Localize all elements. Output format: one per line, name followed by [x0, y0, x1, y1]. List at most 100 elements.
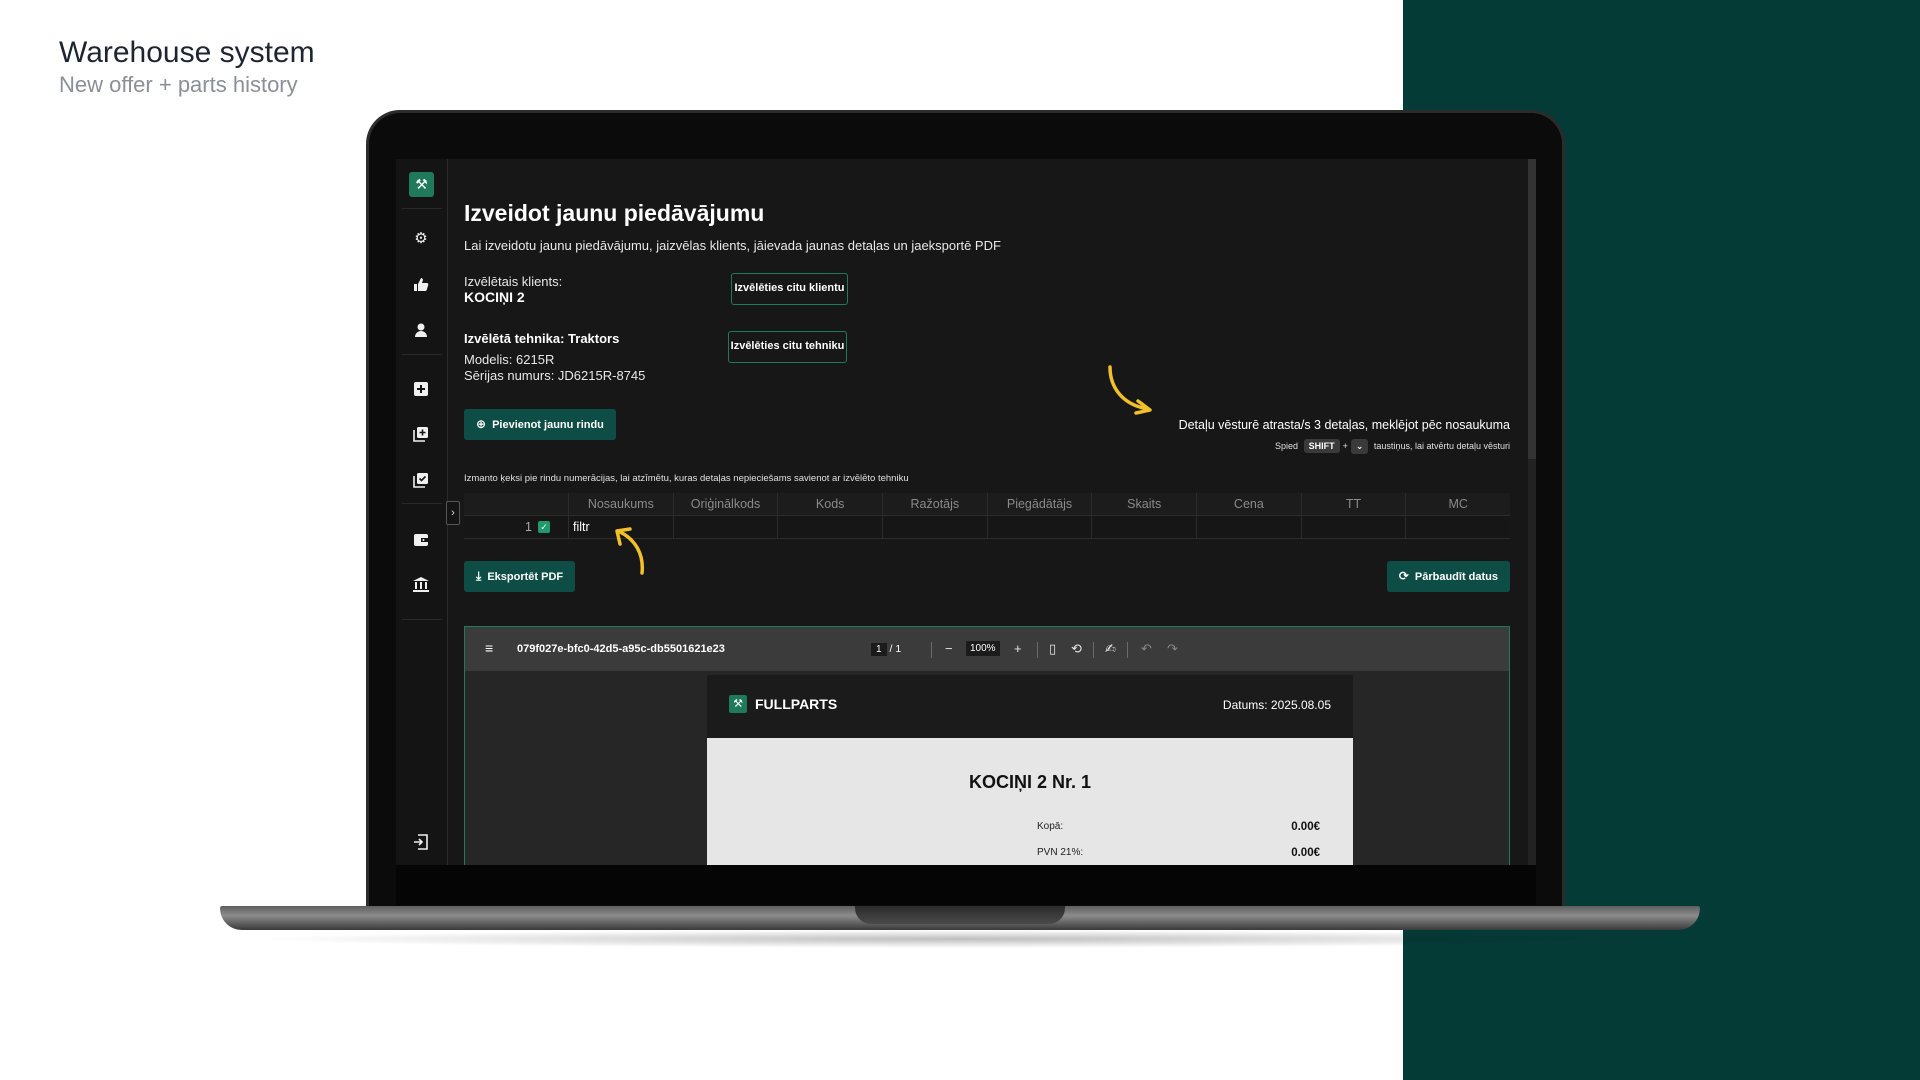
cell-originalkods[interactable]	[674, 516, 779, 538]
row-index: 1	[525, 520, 532, 534]
cell-cena[interactable]	[1197, 516, 1302, 538]
cell-kods[interactable]	[778, 516, 884, 538]
header-cena[interactable]: Cena	[1197, 493, 1302, 515]
client-name: KOCIŅI 2	[464, 289, 525, 305]
laptop-shadow	[250, 930, 1670, 948]
pdf-offer-title: KOCIŅI 2 Nr. 1	[968, 772, 1092, 792]
shift-key: SHIFT	[1303, 439, 1340, 453]
tech-serial: Sērijas numurs: JD6215R-8745	[464, 368, 646, 383]
table-header-row: Nosaukums Oriģinālkods Kods Ražotājs Pie…	[464, 493, 1510, 516]
cell-piegadatajs[interactable]	[988, 516, 1093, 538]
zoom-level[interactable]: 100%	[966, 641, 1000, 656]
gear-icon[interactable]: ⚙	[412, 230, 430, 248]
pdf-filename: 079f027e-bfc0-42d5-a95c-db5501621e23	[517, 643, 725, 655]
page-description: Lai izveidotu jaunu piedāvājumu, jaizvēl…	[464, 238, 1001, 253]
sidebar-divider	[402, 619, 442, 620]
download-icon: ⤓	[476, 569, 482, 583]
undo-icon[interactable]: ↶	[1141, 641, 1152, 657]
sidebar-divider	[402, 503, 442, 504]
zoom-out-icon[interactable]: −	[945, 641, 953, 656]
plus-square-icon[interactable]	[412, 380, 430, 398]
sidebar: ⚒ ⚙	[396, 159, 448, 865]
pdf-total-value: 0.00€	[1291, 821, 1320, 833]
sidebar-divider	[402, 354, 442, 355]
pdf-total-pages: 1	[895, 643, 902, 655]
history-message: Detaļu vēsturē atrasta/s 3 detaļas, mekl…	[1178, 418, 1510, 432]
main-content: Izveidot jaunu piedāvājumu Lai izveidotu…	[464, 159, 1510, 865]
scrollbar-thumb[interactable]	[1528, 159, 1536, 459]
rotate-icon[interactable]: ⟲	[1071, 641, 1082, 657]
fit-page-icon[interactable]: ▯	[1049, 641, 1056, 657]
pdf-document-header: ⚒ FULLPARTS Datums: 2025.08.05	[707, 675, 1353, 738]
caption-title: Warehouse system	[59, 36, 315, 69]
toolbar-divider	[931, 642, 932, 658]
row-index-cell: 1 ✓	[464, 516, 569, 538]
pdf-viewer: ≡ 079f027e-bfc0-42d5-a95c-db5501621e23 1…	[464, 626, 1510, 865]
pdf-total-label: Kopā:	[1037, 821, 1064, 832]
refresh-icon: ⟳	[1398, 569, 1409, 583]
tech-label: Izvēlētā tehnika: Traktors	[464, 331, 620, 346]
header-tt[interactable]: TT	[1302, 493, 1407, 515]
pdf-page-separator: /	[889, 643, 893, 655]
arrow-down-key: ⌄	[1350, 439, 1369, 454]
pdf-page-indicator: 1 / 1	[871, 643, 901, 656]
add-row-button[interactable]: ⊕ Pievienot jaunu rindu	[464, 409, 616, 440]
redo-icon[interactable]: ↷	[1167, 641, 1178, 657]
export-pdf-label: Eksportēt PDF	[487, 571, 564, 583]
header-index	[464, 493, 569, 515]
annotate-icon[interactable]: ✍	[1105, 641, 1116, 657]
row-checkbox[interactable]: ✓	[538, 521, 550, 533]
wrench-logo-icon: ⚒	[729, 695, 747, 713]
table-note: Izmanto ķeksi pie rindu numerācijas, lai…	[464, 473, 909, 484]
validate-data-button[interactable]: ⟳ Pārbaudīt datus	[1386, 561, 1510, 592]
hamburger-menu-icon[interactable]: ≡	[485, 640, 493, 656]
laptop-notch	[855, 906, 1065, 924]
pdf-vat-value: 0.00€	[1291, 847, 1320, 859]
cell-tt[interactable]	[1302, 516, 1407, 538]
cell-skaits[interactable]	[1092, 516, 1198, 538]
thumbs-icon[interactable]	[412, 276, 430, 294]
bank-icon[interactable]	[412, 576, 430, 594]
copy-plus-icon[interactable]	[412, 425, 430, 443]
user-icon[interactable]	[412, 321, 430, 339]
laptop-bezel-bottom	[396, 865, 1536, 905]
cell-razotajs[interactable]	[883, 516, 988, 538]
toolbar-divider	[1037, 642, 1038, 658]
header-piegadatajs[interactable]: Piegādātājs	[988, 493, 1093, 515]
logout-icon[interactable]	[412, 833, 430, 851]
app-screen: ⚒ ⚙ › Izveidot jaunu piedāvājumu Lai izv…	[396, 159, 1536, 865]
checklist-icon[interactable]	[412, 471, 430, 489]
header-mc[interactable]: MC	[1406, 493, 1510, 515]
tech-model: Modelis: 6215R	[464, 352, 555, 367]
sidebar-divider	[402, 208, 442, 209]
caption-subtitle: New offer + parts history	[59, 72, 298, 97]
export-pdf-button[interactable]: ⤓ Eksportēt PDF	[464, 561, 576, 592]
toolbar-divider	[1093, 642, 1094, 658]
plus-circle-icon: ⊕	[476, 417, 487, 431]
pdf-document-page: ⚒ FULLPARTS Datums: 2025.08.05 KOCIŅI 2 …	[707, 675, 1353, 865]
pdf-page-input[interactable]: 1	[871, 643, 887, 656]
annotation-arrow-icon	[615, 527, 645, 575]
header-nosaukums[interactable]: Nosaukums	[569, 493, 674, 515]
page-title: Izveidot jaunu piedāvājumu	[464, 200, 765, 226]
add-row-label: Pievienot jaunu rindu	[492, 419, 604, 431]
header-razotajs[interactable]: Ražotājs	[883, 493, 988, 515]
header-originalkods[interactable]: Oriģinālkods	[674, 493, 779, 515]
history-hint: Spied SHIFT + ⌄ taustiņus, lai atvērtu det…	[1275, 439, 1510, 454]
pdf-vat-label: PVN 21%:	[1037, 847, 1084, 858]
chevron-right-icon[interactable]: ›	[446, 501, 460, 525]
change-tech-button[interactable]: Izvēlēties citu tehniku	[728, 331, 847, 363]
wrench-logo-icon[interactable]: ⚒	[409, 172, 434, 197]
header-kods[interactable]: Kods	[778, 493, 884, 515]
client-label: Izvēlētais klients:	[464, 274, 563, 289]
hint-suffix: taustiņus, lai atvērtu detaļu vēsturi	[1373, 441, 1510, 451]
change-client-button[interactable]: Izvēlēties citu klientu	[731, 273, 848, 305]
pdf-brand: FULLPARTS	[755, 696, 838, 712]
cell-mc[interactable]	[1406, 516, 1510, 538]
zoom-in-icon[interactable]: +	[1014, 641, 1022, 656]
header-skaits[interactable]: Skaits	[1092, 493, 1198, 515]
toolbar-divider	[1127, 642, 1128, 658]
annotation-arrow-icon	[1108, 365, 1152, 415]
wallet-icon[interactable]	[412, 531, 430, 549]
pdf-date: Datums: 2025.08.05	[1222, 698, 1331, 712]
